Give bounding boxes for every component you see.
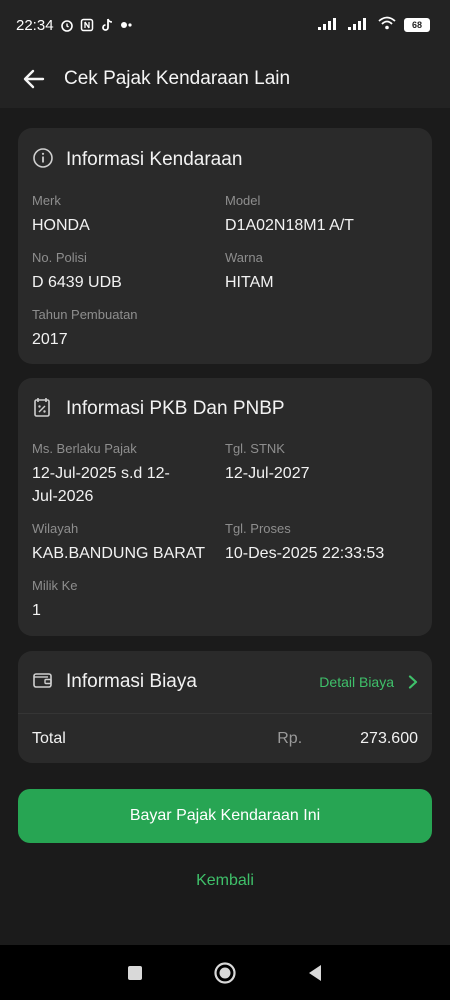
field-value: HITAM	[225, 274, 274, 291]
detail-biaya-link[interactable]: Detail Biaya	[319, 674, 418, 690]
field-label: Warna	[225, 250, 263, 265]
field-ms-berlaku-pajak: Ms. Berlaku Pajak 12-Jul-2025 s.d 12- Ju…	[32, 440, 225, 508]
cost-info-title: Informasi Biaya	[66, 671, 197, 692]
field-value: 12-Jul-2027	[225, 465, 310, 482]
total-row: Total Rp. 273.600	[18, 714, 432, 764]
status-time: 22:34	[16, 16, 54, 34]
detail-biaya-label: Detail Biaya	[319, 674, 394, 690]
field-value: 10-Des-2025 22:33:53	[225, 545, 385, 562]
field-label: No. Polisi	[32, 250, 87, 265]
vehicle-info-header: Informasi Kendaraan	[18, 128, 432, 192]
field-value-line2: Jul-2026	[32, 488, 94, 505]
field-tgl-stnk: Tgl. STNK 12-Jul-2027	[225, 440, 415, 508]
back-arrow-button[interactable]	[16, 61, 52, 97]
field-tgl-proses: Tgl. Proses 10-Des-2025 22:33:53	[225, 520, 415, 565]
field-label: Tgl. STNK	[225, 441, 285, 456]
field-warna: Warna HITAM	[225, 249, 415, 294]
field-milik-ke: Milik Ke 1	[32, 577, 225, 622]
recents-button[interactable]	[120, 958, 150, 988]
tiktok-icon	[100, 18, 114, 32]
pkb-info-card: Informasi PKB Dan PNBP Ms. Berlaku Pajak…	[18, 378, 432, 636]
field-merk: Merk HONDA	[32, 192, 225, 237]
square-icon	[128, 965, 142, 980]
vehicle-info-card: Informasi Kendaraan Merk HONDA Model D1A…	[18, 128, 432, 364]
field-wilayah: Wilayah KAB.BANDUNG BARAT	[32, 520, 225, 565]
back-nav-button[interactable]	[300, 958, 330, 988]
field-tahun-pembuatan: Tahun Pembuatan 2017	[32, 306, 225, 351]
circle-icon	[214, 961, 236, 984]
field-label: Merk	[32, 193, 61, 208]
pkb-info-grid: Ms. Berlaku Pajak 12-Jul-2025 s.d 12- Ju…	[18, 440, 432, 634]
field-value: HONDA	[32, 217, 90, 234]
total-label: Total	[32, 730, 66, 747]
field-label: Ms. Berlaku Pajak	[32, 441, 137, 456]
currency-label: Rp.	[277, 730, 303, 747]
app-bar: Cek Pajak Kendaraan Lain	[0, 50, 450, 108]
field-no-polisi: No. Polisi D 6439 UDB	[32, 249, 225, 294]
field-value: 12-Jul-2025 s.d 12- Jul-2026	[32, 462, 225, 508]
wifi-icon	[378, 16, 396, 34]
field-label: Wilayah	[32, 521, 79, 536]
kembali-link[interactable]: Kembali	[0, 872, 450, 890]
pkb-info-header: Informasi PKB Dan PNBP	[18, 378, 432, 440]
vehicle-info-title: Informasi Kendaraan	[66, 149, 243, 170]
system-nav-bar	[0, 945, 450, 1000]
triangle-back-icon	[309, 964, 321, 981]
cost-info-header: Informasi Biaya Detail Biaya	[18, 651, 432, 713]
status-left: 22:34	[16, 17, 134, 34]
field-model: Model D1A02N18M1 A/T	[225, 192, 415, 237]
field-value: KAB.BANDUNG BARAT	[32, 545, 206, 562]
pay-tax-button[interactable]: Bayar Pajak Kendaraan Ini	[18, 789, 432, 843]
field-value-line1: 12-Jul-2025 s.d 12-	[32, 465, 170, 482]
signal-icon-2	[348, 17, 370, 34]
tax-document-icon	[32, 396, 54, 423]
field-label: Tgl. Proses	[225, 521, 291, 536]
battery-icon: 68	[404, 18, 430, 32]
alarm-icon	[60, 18, 74, 32]
field-value: 2017	[32, 331, 68, 348]
field-label: Model	[225, 193, 261, 208]
field-value: D 6439 UDB	[32, 274, 122, 291]
status-bar: 22:34 68	[0, 0, 450, 50]
field-value: 1	[32, 602, 41, 619]
vehicle-info-grid: Merk HONDA Model D1A02N18M1 A/T No. Poli…	[18, 192, 432, 363]
chevron-right-icon	[408, 675, 418, 689]
total-value: 273.600	[360, 730, 418, 747]
field-label: Tahun Pembuatan	[32, 307, 138, 322]
notification-dot-icon	[120, 18, 134, 32]
signal-icon	[318, 17, 340, 34]
info-icon	[32, 147, 54, 174]
nfc-icon	[80, 18, 94, 32]
status-right: 68	[318, 16, 430, 34]
field-value: D1A02N18M1 A/T	[225, 217, 354, 234]
wallet-icon	[32, 670, 54, 695]
back-arrow-icon	[23, 69, 45, 89]
home-button[interactable]	[210, 958, 240, 988]
cost-info-card: Informasi Biaya Detail Biaya Total Rp. 2…	[18, 651, 432, 763]
page-title: Cek Pajak Kendaraan Lain	[64, 68, 291, 89]
pkb-info-title: Informasi PKB Dan PNBP	[66, 398, 285, 419]
field-label: Milik Ke	[32, 578, 78, 593]
